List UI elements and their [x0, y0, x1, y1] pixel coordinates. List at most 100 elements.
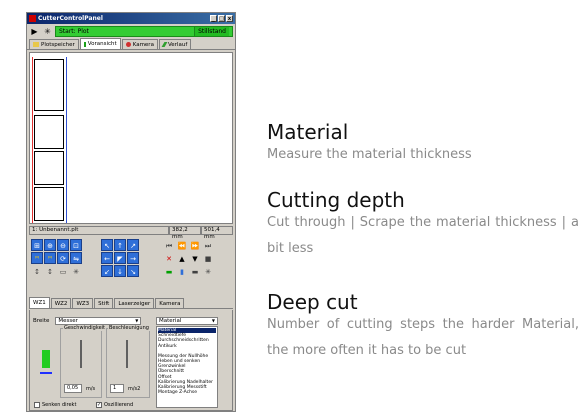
rewind-icon[interactable]: ⏪ — [176, 239, 188, 251]
zoom-controls: ⊞ ⊕ ⊖ ⊡ ᴹ ᴹ ⟳ ⇋ ↕ ↕ ▭ ✳ — [31, 239, 82, 277]
move-down-icon[interactable]: ↓ — [114, 265, 126, 277]
plot-page — [34, 59, 64, 111]
zoom-out-icon[interactable]: ⊖ — [57, 239, 69, 251]
step-down-icon[interactable]: ↕ — [44, 265, 56, 277]
tab-plotspeicher[interactable]: Plotspeicher — [29, 39, 79, 49]
grid-icon[interactable]: ▭ — [57, 265, 69, 277]
chevron-down-icon: ▼ — [211, 318, 215, 323]
move-down-left-icon[interactable]: ↙ — [101, 265, 113, 277]
skip-start-icon[interactable]: ⏮ — [163, 239, 175, 251]
zoom-page-icon[interactable]: ⊡ — [70, 239, 82, 251]
playback-controls: ⏮ ⏪ ⏩ ⏭ ✕ ▲ ▼ ■ ▬ ▮ ▬ ✳ — [163, 239, 214, 277]
machine-status: Stillstand — [194, 27, 229, 36]
tab-laserzeiger[interactable]: Laserzeiger — [114, 298, 155, 308]
plot-width: 382,2 mm — [169, 226, 201, 240]
step-up-icon[interactable]: ↕ — [31, 265, 43, 277]
title-bar: CutterControlPanel _ □ x — [27, 13, 235, 24]
maximize-button[interactable]: □ — [218, 15, 225, 22]
raise-icon[interactable]: ▲ — [176, 252, 188, 264]
section-heading-cutting-depth: Cutting depth — [267, 188, 405, 212]
section-text-deep-cut: Number of cutting steps the harder Mater… — [267, 317, 579, 358]
fast-forward-icon[interactable]: ⏩ — [189, 239, 201, 251]
oszill-checkbox[interactable]: ✓ Oszillierend — [96, 402, 133, 408]
list-item[interactable]: Montage Z-Achse — [158, 390, 216, 395]
laser-icon[interactable]: ✳ — [202, 265, 214, 277]
top-tabs: Plotspeicher Voransicht Kamera Verlauf — [27, 38, 235, 50]
history-icon — [161, 42, 168, 47]
mirror-icon[interactable]: ⇋ — [70, 252, 82, 264]
move-up-icon[interactable]: ↑ — [114, 239, 126, 251]
toolbar: ▶ ✳ Start: Plot Stillstand — [27, 24, 235, 39]
light-icon[interactable]: ✳ — [70, 265, 82, 277]
speed-unit: m/s — [86, 386, 96, 392]
section-heading-deep-cut: Deep cut — [267, 290, 358, 314]
tab-kamera-tool[interactable]: Kamera — [155, 298, 185, 308]
tab-wz1[interactable]: WZ1 — [29, 297, 50, 308]
rotate-icon[interactable]: ⟳ — [57, 252, 69, 264]
tab-wz3[interactable]: WZ3 — [72, 298, 94, 308]
folder-icon — [33, 42, 39, 47]
plot-height: 501,4 mm — [201, 226, 233, 240]
preview-icon — [83, 41, 86, 47]
tool-tabs: WZ1 WZ2 WZ3 Stift Laserzeiger Kamera — [29, 297, 233, 309]
senken-checkbox[interactable]: Senken direkt — [34, 402, 76, 408]
tab-verlauf[interactable]: Verlauf — [158, 39, 192, 49]
zoom-in-icon[interactable]: ⊕ — [44, 239, 56, 251]
cutter-control-window: CutterControlPanel _ □ x ▶ ✳ Start: Plot… — [26, 12, 236, 412]
speed-group-label: Geschwindigkeit — [63, 325, 107, 331]
move-up-left-icon[interactable]: ↖ — [101, 239, 113, 251]
move-up-right-icon[interactable]: ↗ — [127, 239, 139, 251]
play-button[interactable]: ▶ — [29, 26, 40, 37]
app-icon — [29, 15, 36, 22]
mark-start-icon[interactable]: ᴹ — [31, 252, 43, 264]
section-text-cutting-depth: Cut through | Scrape the material thickn… — [267, 215, 579, 256]
accel-group-label: Beschleunigung — [108, 325, 150, 331]
tab-voransicht[interactable]: Voransicht — [79, 38, 121, 49]
lower-icon[interactable]: ▼ — [189, 252, 201, 264]
accel-slider[interactable] — [126, 340, 128, 368]
move-left-icon[interactable]: ← — [101, 252, 113, 264]
mark-end-icon[interactable]: ᴹ — [44, 252, 56, 264]
tab-stift[interactable]: Stift — [94, 298, 114, 308]
list-item[interactable]: Durchschneidschritten — [158, 338, 216, 343]
plot-page — [34, 187, 64, 221]
tool-select-icon[interactable]: ▮ — [176, 265, 188, 277]
parameter-list[interactable]: Material Schneidtiefe Durchschneidschritte… — [156, 326, 218, 408]
section-text-material: Measure the material thickness — [267, 147, 472, 162]
zoom-fit-icon[interactable]: ⊞ — [31, 239, 43, 251]
minimize-button[interactable]: _ — [210, 15, 217, 22]
tab-kamera[interactable]: Kamera — [121, 39, 158, 49]
plot-label: Start: Plot — [59, 28, 89, 35]
tool-down-icon[interactable]: ▬ — [163, 265, 175, 277]
close-button[interactable]: x — [226, 15, 233, 22]
accel-unit: m/s2 — [128, 386, 141, 392]
chevron-down-icon: ▼ — [135, 318, 139, 323]
plot-preview-canvas[interactable] — [29, 52, 233, 224]
accel-input[interactable]: 1 — [110, 384, 124, 393]
plot-status-bar[interactable]: Start: Plot Stillstand — [55, 26, 233, 37]
status-bar: 1: Unbenannt.plt 382,2 mm 501,4 mm — [29, 226, 233, 240]
skip-end-icon[interactable]: ⏭ — [202, 239, 214, 251]
move-down-right-icon[interactable]: ↘ — [127, 265, 139, 277]
speed-input[interactable]: 0,05 — [64, 384, 82, 393]
speed-slider[interactable] — [80, 340, 82, 368]
tool-panel: Breite Messer ▼ Material ▼ Material Schne… — [29, 310, 233, 411]
red-guide-line — [32, 57, 33, 223]
camera-icon — [125, 42, 131, 47]
move-right-icon[interactable]: → — [127, 252, 139, 264]
move-controls: ↖ ↑ ↗ ← ◤ → ↙ ↓ ↘ — [101, 239, 139, 277]
settings-icon[interactable]: ✳ — [42, 26, 53, 37]
tool-indicator — [42, 350, 50, 368]
file-name: 1: Unbenannt.plt — [29, 226, 169, 235]
tab-wz2[interactable]: WZ2 — [50, 298, 72, 308]
move-home-icon[interactable]: ◤ — [114, 252, 126, 264]
breite-row: Breite Messer ▼ — [33, 317, 142, 325]
tool-up-icon[interactable]: ▬ — [189, 265, 201, 277]
tool-baseline — [40, 372, 52, 374]
plot-page — [34, 115, 64, 149]
blue-guide-line — [66, 57, 67, 223]
cancel-icon[interactable]: ✕ — [163, 252, 175, 264]
tool-select[interactable]: Messer ▼ — [55, 317, 142, 325]
material-select[interactable]: Material ▼ — [156, 317, 218, 325]
stop-icon[interactable]: ■ — [202, 252, 214, 264]
